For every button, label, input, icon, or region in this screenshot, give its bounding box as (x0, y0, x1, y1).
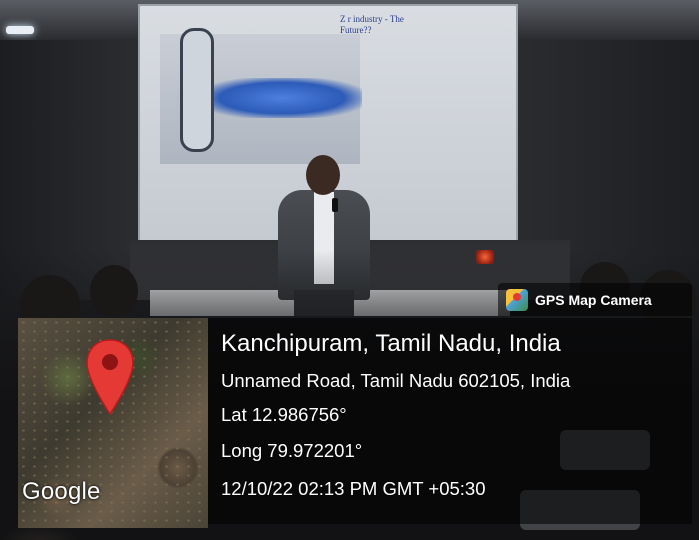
map-provider-logo: Google (22, 478, 101, 505)
microphone (332, 198, 338, 212)
speaker-head (306, 155, 340, 195)
latitude: Lat 12.986756° (221, 404, 347, 425)
slide-device-illustration (180, 28, 214, 152)
slide-glow (202, 78, 362, 118)
app-name: GPS Map Camera (535, 291, 652, 308)
app-badge: GPS Map Camera (498, 283, 692, 316)
audience-head (90, 265, 138, 317)
location-pin-icon (86, 339, 134, 416)
gps-map-camera-icon (506, 288, 528, 311)
slide-title: Z r industry - The Future?? (340, 14, 404, 35)
longitude: Long 79.972201° (221, 440, 363, 461)
ceiling-light (6, 26, 34, 34)
address-line: Unnamed Road, Tamil Nadu 602105, India (221, 370, 571, 391)
timestamp: 12/10/22 02:13 PM GMT +05:30 (221, 478, 486, 499)
location-title: Kanchipuram, Tamil Nadu, India (221, 330, 561, 357)
